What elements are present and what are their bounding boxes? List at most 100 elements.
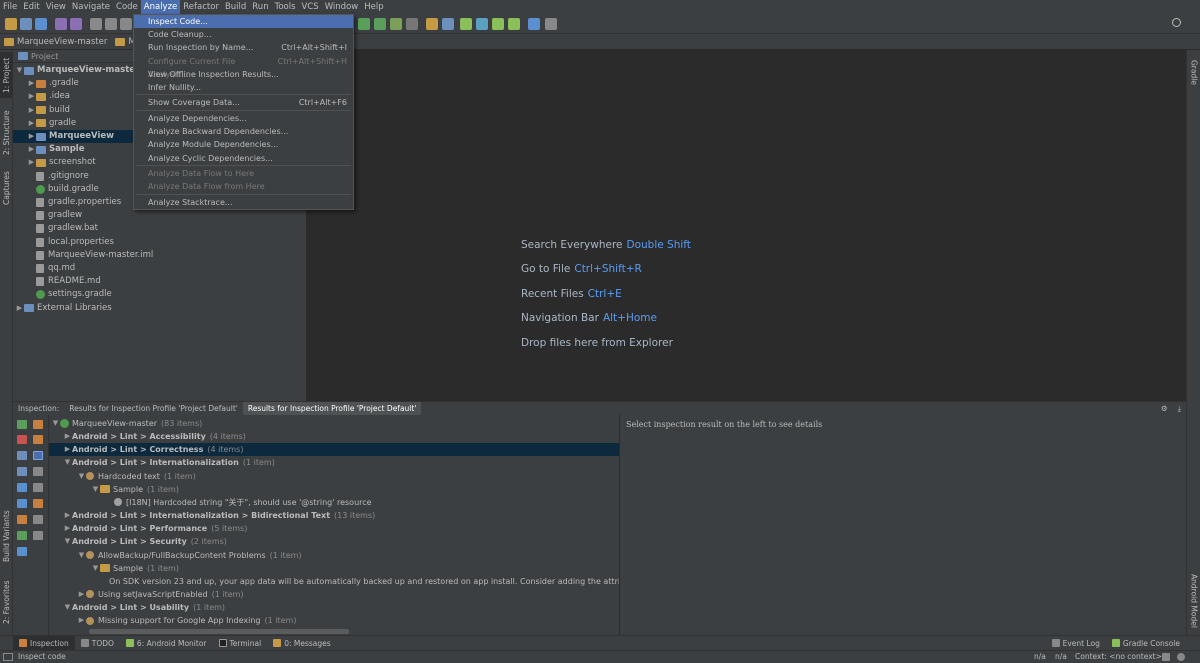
run-icon[interactable] — [374, 18, 386, 30]
inspection-row[interactable]: ▼ Sample (1 item) — [49, 562, 619, 575]
menu-code[interactable]: Code — [113, 0, 141, 15]
tool-tab-gradle-console[interactable]: Gradle Console — [1106, 636, 1186, 651]
tab-favorites[interactable]: 2: Favorites — [0, 575, 13, 630]
menu-analyze[interactable]: Analyze — [140, 0, 181, 15]
breadcrumb-root[interactable]: MarqueeView-master — [4, 37, 107, 47]
open-folder-icon[interactable] — [5, 18, 17, 30]
menu-view[interactable]: View — [43, 0, 69, 15]
menu-file[interactable]: File — [0, 0, 20, 15]
tab-captures[interactable]: Captures — [0, 168, 13, 208]
filter-icon[interactable] — [33, 451, 43, 460]
copy-icon[interactable] — [105, 18, 117, 30]
tool-tab-todo[interactable]: TODO — [75, 636, 120, 651]
open-source-icon[interactable] — [17, 531, 27, 540]
tab-structure[interactable]: 2: Structure — [0, 105, 13, 160]
chevron-right-icon[interactable]: ▶ — [15, 302, 24, 315]
chevron-right-icon[interactable]: ▶ — [27, 143, 36, 156]
tree-item-gradlew[interactable]: gradlew — [13, 209, 306, 222]
menu-window[interactable]: Window — [322, 0, 362, 15]
menu-item-analyze-module-dependencies[interactable]: Analyze Module Dependencies... — [134, 138, 353, 151]
chevron-right-icon[interactable]: ▶ — [77, 614, 86, 627]
chevron-right-icon[interactable]: ▶ — [27, 156, 36, 169]
expand-all-icon[interactable] — [17, 451, 27, 460]
inspection-row[interactable]: ▶ Android > Lint > Correctness (4 items) — [49, 443, 619, 457]
tab-project[interactable]: 1: Project — [0, 52, 13, 98]
chevron-down-icon[interactable]: ▼ — [91, 562, 100, 575]
chevron-right-icon[interactable]: ▶ — [63, 522, 72, 535]
menu-build[interactable]: Build — [222, 0, 249, 15]
chevron-down-icon[interactable]: ▼ — [51, 417, 60, 430]
make-project-icon[interactable] — [358, 18, 370, 30]
status-context[interactable]: Context: <no context> — [1075, 652, 1162, 661]
import-icon[interactable] — [17, 515, 27, 524]
chevron-right-icon[interactable]: ▶ — [27, 77, 36, 90]
help-icon[interactable] — [17, 547, 27, 556]
inspection-row[interactable]: On SDK version 23 and up, your app data … — [49, 575, 619, 588]
tab-gradle[interactable]: Gradle — [1187, 52, 1200, 92]
tool-tab-inspection[interactable]: Inspection — [13, 635, 75, 651]
tab-inspection-results-2[interactable]: Results for Inspection Profile 'Project … — [242, 401, 422, 416]
chevron-right-icon[interactable]: ▶ — [77, 588, 86, 601]
chevron-right-icon[interactable]: ▶ — [63, 443, 72, 456]
undo-icon[interactable] — [55, 18, 67, 30]
redo-icon[interactable] — [70, 18, 82, 30]
chevron-down-icon[interactable]: ▼ — [63, 601, 72, 614]
menu-help[interactable]: Help — [361, 0, 386, 15]
tab-inspection-results-1[interactable]: Results for Inspection Profile 'Project … — [64, 402, 243, 416]
menu-item-analyze-cyclic-dependencies[interactable]: Analyze Cyclic Dependencies... — [134, 152, 353, 165]
chevron-right-icon[interactable]: ▶ — [27, 130, 36, 143]
menu-run[interactable]: Run — [249, 0, 271, 15]
inspection-row[interactable]: ▶ Android > Lint > Performance (5 items) — [49, 522, 619, 535]
chevron-down-icon[interactable]: ▼ — [63, 535, 72, 548]
inspection-row[interactable]: ▼ Sample (1 item) — [49, 483, 619, 496]
menu-edit[interactable]: Edit — [20, 0, 42, 15]
suppress-icon[interactable] — [33, 531, 43, 540]
previous-icon[interactable] — [17, 483, 27, 492]
tree-item-external-libraries[interactable]: ▶ External Libraries — [13, 302, 306, 315]
edit-settings-icon[interactable] — [33, 499, 43, 508]
tree-item-qq-md[interactable]: qq.md — [13, 262, 306, 275]
tool-tab-messages[interactable]: 0: Messages — [267, 636, 336, 651]
group-by-directory-icon[interactable] — [33, 467, 43, 476]
tree-item-marqueeview-master-iml[interactable]: MarqueeView-master.iml — [13, 249, 306, 262]
group-by-severity-icon[interactable] — [33, 435, 43, 444]
inspection-row[interactable]: ▶ Android > Lint > Internationalization >… — [49, 509, 619, 522]
tab-android-model[interactable]: Android Model — [1187, 570, 1200, 632]
menu-item-code-cleanup[interactable]: Code Cleanup... — [134, 28, 353, 41]
inspection-row[interactable]: ▼ Android > Lint > Security (2 items) — [49, 535, 619, 548]
inspection-row[interactable]: ▼ Hardcoded text (1 item) — [49, 470, 619, 483]
collapse-all-icon[interactable] — [17, 467, 27, 476]
inspection-row[interactable]: ▶ Android > Lint > Accessibility (4 items) — [49, 430, 619, 443]
inspection-row[interactable]: [I18N] Hardcoded string "关于", should use… — [49, 496, 619, 509]
gear-icon[interactable]: ⚙ — [1156, 402, 1173, 416]
rerun-icon[interactable] — [17, 420, 27, 429]
chevron-right-icon[interactable]: ▶ — [27, 117, 36, 130]
autoscroll-icon[interactable] — [33, 483, 43, 492]
sync-icon[interactable] — [35, 18, 47, 30]
menu-refactor[interactable]: Refactor — [180, 0, 222, 15]
menu-tools[interactable]: Tools — [272, 0, 299, 15]
menu-item-inspect-code[interactable]: Inspect Code... — [134, 15, 353, 28]
export-icon[interactable] — [33, 420, 43, 429]
inspection-row[interactable]: ▼ Android > Lint > Internationalization (1… — [49, 456, 619, 469]
paste-icon[interactable] — [120, 18, 132, 30]
chevron-right-icon[interactable]: ▶ — [63, 430, 72, 443]
chevron-down-icon[interactable]: ▼ — [77, 549, 86, 562]
project-structure-icon[interactable] — [426, 18, 438, 30]
chevron-down-icon[interactable]: ▼ — [15, 64, 24, 77]
horizontal-scrollbar[interactable] — [89, 629, 349, 634]
toggle-tool-windows-icon[interactable] — [3, 653, 13, 661]
next-icon[interactable] — [17, 499, 27, 508]
sdk-manager-icon[interactable] — [442, 18, 454, 30]
chevron-right-icon[interactable]: ▶ — [27, 90, 36, 103]
search-icon[interactable] — [1172, 18, 1181, 27]
save-icon[interactable] — [20, 18, 32, 30]
menu-vcs[interactable]: VCS — [299, 0, 322, 15]
settings-icon[interactable] — [545, 18, 557, 30]
chevron-down-icon[interactable]: ▼ — [91, 483, 100, 496]
avd-manager-icon[interactable] — [476, 18, 488, 30]
tree-item-gradlew-bat[interactable]: gradlew.bat — [13, 222, 306, 235]
inspection-row[interactable]: ▼ Android > Lint > Usability (1 item) — [49, 601, 619, 614]
chevron-right-icon[interactable]: ▶ — [63, 509, 72, 522]
quick-fix-icon[interactable] — [33, 515, 43, 524]
